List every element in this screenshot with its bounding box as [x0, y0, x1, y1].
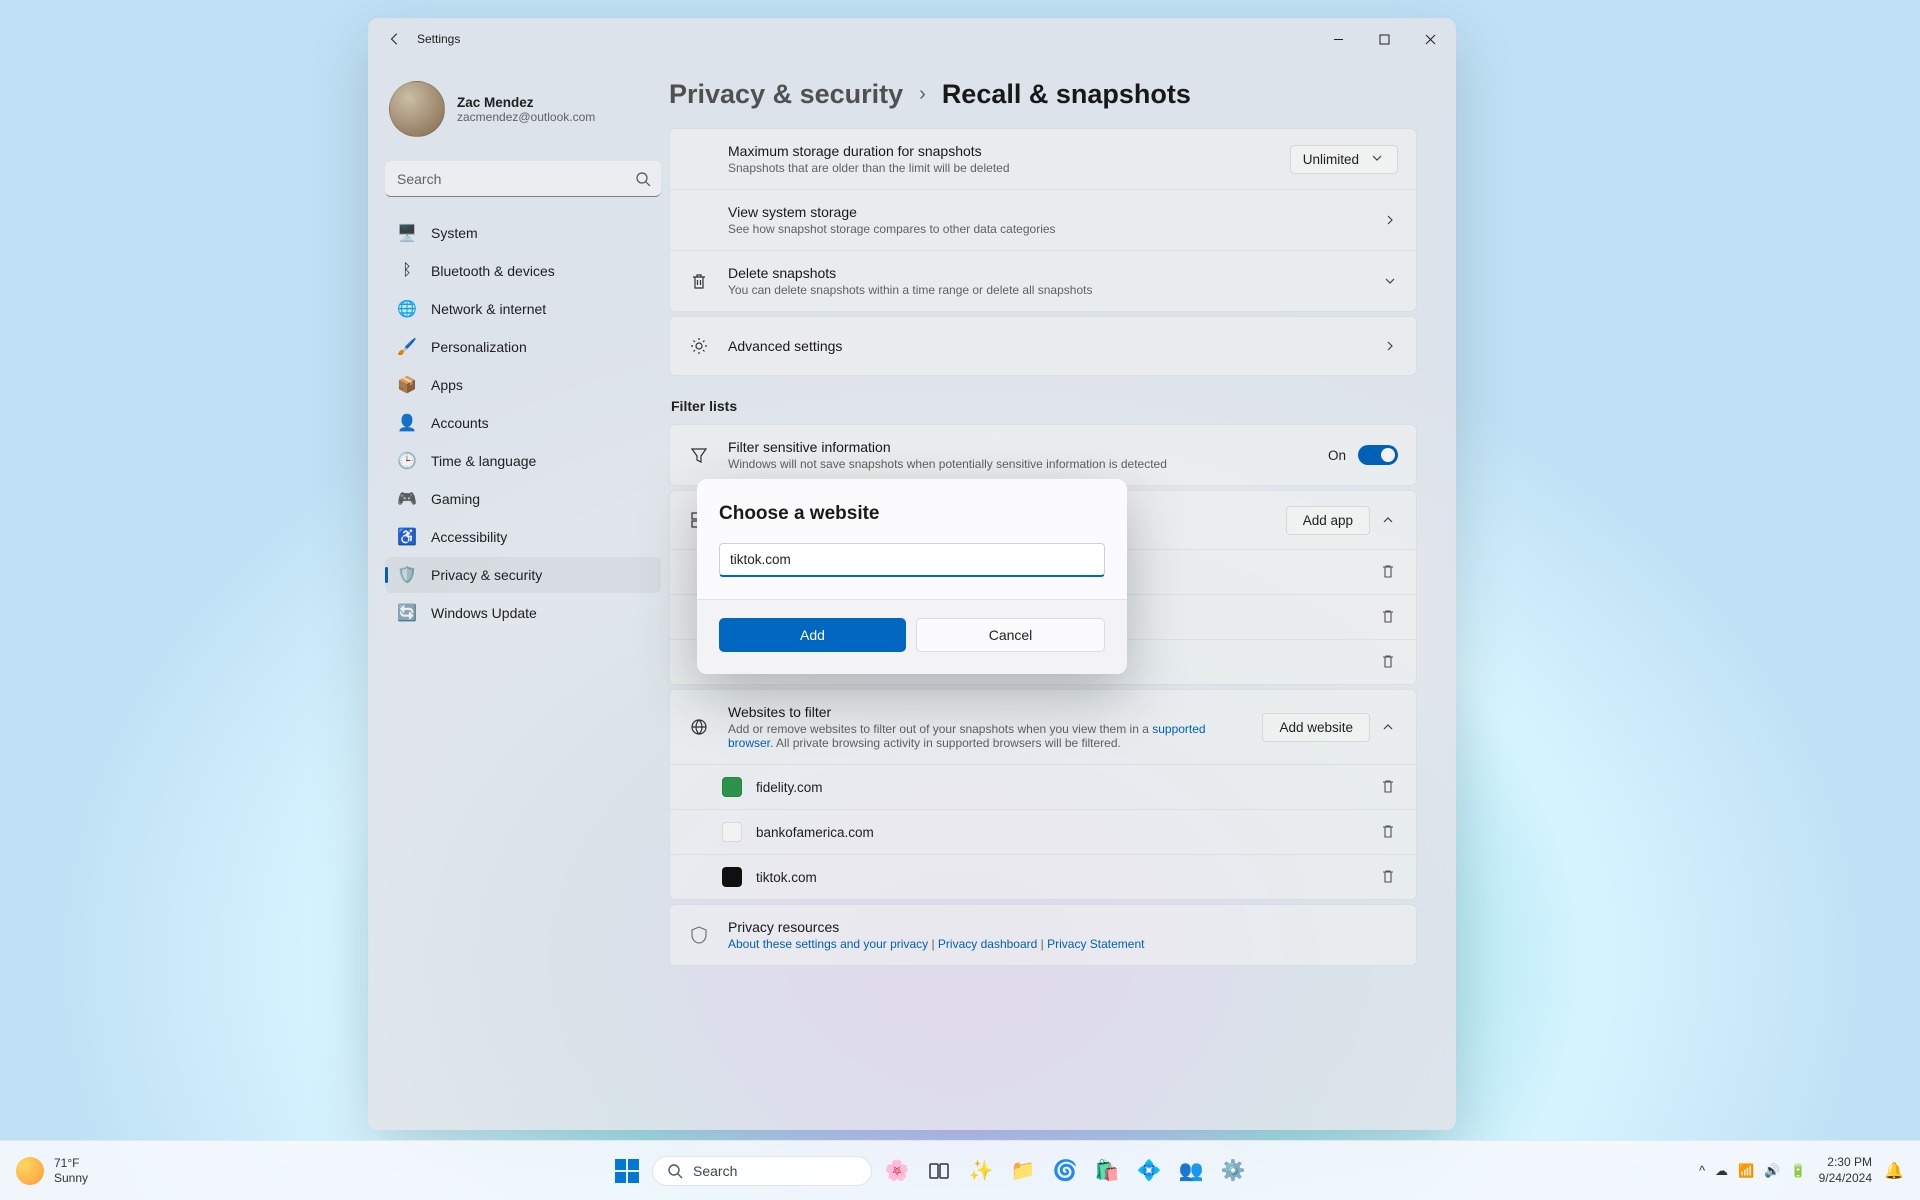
dialog-choose-website: Choose a website Add Cancel	[697, 479, 1127, 674]
copilot-icon[interactable]: ✨	[964, 1154, 998, 1188]
system-tray[interactable]: ^ ☁ 📶 🔊 🔋	[1699, 1163, 1807, 1179]
taskbar: 71°F Sunny Search 🌸 ✨ 📁 🌀 🛍️ 💠 👥 ⚙️ ^ ☁ …	[0, 1140, 1920, 1200]
weather-condition: Sunny	[54, 1171, 88, 1185]
onedrive-icon[interactable]: ☁	[1715, 1163, 1728, 1179]
start-button[interactable]	[610, 1154, 644, 1188]
time: 2:30 PM	[1819, 1155, 1872, 1171]
battery-icon[interactable]: 🔋	[1790, 1163, 1806, 1179]
date: 9/24/2024	[1819, 1171, 1872, 1187]
settings-icon[interactable]: ⚙️	[1216, 1154, 1250, 1188]
volume-icon[interactable]: 🔊	[1764, 1163, 1780, 1179]
sun-icon	[16, 1157, 44, 1185]
search-icon	[667, 1163, 683, 1179]
website-url-input[interactable]	[719, 543, 1105, 577]
app-icon[interactable]: 💠	[1132, 1154, 1166, 1188]
store-icon[interactable]: 🛍️	[1090, 1154, 1124, 1188]
search-label: Search	[693, 1163, 737, 1179]
explorer-icon[interactable]: 📁	[1006, 1154, 1040, 1188]
dialog-title: Choose a website	[719, 503, 1105, 525]
weather-temp: 71°F	[54, 1156, 88, 1170]
widgets-icon[interactable]: 🌸	[880, 1154, 914, 1188]
chevron-up-icon[interactable]: ^	[1699, 1163, 1705, 1178]
dialog-add-button[interactable]: Add	[719, 618, 906, 652]
taskbar-search[interactable]: Search	[652, 1156, 872, 1186]
settings-window: Settings Zac Mendez zacmendez@outlook.co…	[368, 18, 1456, 1130]
wifi-icon[interactable]: 📶	[1738, 1163, 1754, 1179]
task-view-icon[interactable]	[922, 1154, 956, 1188]
dialog-cancel-button[interactable]: Cancel	[916, 618, 1105, 652]
taskbar-weather[interactable]: 71°F Sunny	[16, 1156, 236, 1185]
notifications-button[interactable]: 🔔	[1884, 1161, 1904, 1181]
windows-icon	[614, 1158, 640, 1184]
clock[interactable]: 2:30 PM 9/24/2024	[1819, 1155, 1872, 1186]
edge-icon[interactable]: 🌀	[1048, 1154, 1082, 1188]
teams-icon[interactable]: 👥	[1174, 1154, 1208, 1188]
